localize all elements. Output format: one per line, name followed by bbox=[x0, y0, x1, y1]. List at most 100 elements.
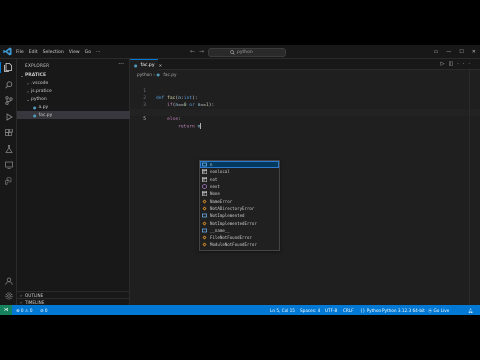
code-line: 4 else: bbox=[130, 102, 480, 122]
class-symbol-icon bbox=[202, 235, 207, 240]
suggestion-widget: n nonlocal not next None NameError NotADirecto… bbox=[199, 160, 280, 251]
breadcrumb-file[interactable]: fac.py bbox=[163, 73, 176, 78]
tree-item-label: a.py bbox=[38, 104, 49, 110]
source-control-icon[interactable] bbox=[3, 95, 14, 106]
maximize-button[interactable]: ☐ bbox=[459, 49, 463, 55]
code-editor[interactable]: 1 def fac(n:int): 2 if(n==0 or n==1): 3 … bbox=[130, 81, 480, 130]
minimize-button[interactable]: — bbox=[446, 49, 451, 55]
menu-file[interactable]: File bbox=[16, 50, 24, 55]
vscode-window: File Edit Selection View Go ··· ←→ pytho… bbox=[0, 45, 480, 315]
status-bar: ⋊ ⊗ 0 ⚠ 0 ⊘ 0 Ln 5, Col 15 Spaces: 4 UTF… bbox=[0, 305, 480, 315]
extensions-icon[interactable] bbox=[3, 127, 14, 138]
split-editor-icon[interactable]: ◫ bbox=[448, 61, 457, 67]
code-line-current: 5 return n bbox=[130, 109, 480, 130]
tab-fac-py[interactable]: ● fac.py ✕ bbox=[130, 59, 162, 70]
suggestion-item[interactable]: ModuleNotFoundError bbox=[200, 241, 279, 248]
layout-icon[interactable]: ▭ bbox=[434, 49, 439, 55]
indentation[interactable]: Spaces: 4 bbox=[300, 308, 320, 313]
tree-item-label: .vscode bbox=[31, 80, 49, 86]
function-symbol-icon bbox=[202, 184, 207, 190]
menu-selection[interactable]: Selection bbox=[43, 50, 64, 55]
window-controls: ▭ — ☐ ✕ bbox=[426, 45, 476, 59]
notifications-bell-icon[interactable]: 🔔︎ bbox=[468, 308, 473, 314]
text-cursor bbox=[200, 123, 201, 129]
python-file-icon: ● bbox=[33, 104, 37, 110]
search-activity-icon[interactable] bbox=[3, 79, 14, 90]
breadcrumb-folder[interactable]: python bbox=[137, 73, 152, 78]
settings-gear-icon[interactable] bbox=[3, 290, 14, 301]
python-interpreter[interactable]: Python 3.12.3 64-bit bbox=[382, 308, 425, 313]
suggestion-item[interactable]: NotImplemented bbox=[200, 212, 279, 219]
suggestion-item[interactable]: None bbox=[200, 190, 279, 197]
suggestion-item[interactable]: nonlocal bbox=[200, 168, 279, 175]
keyword-symbol-icon bbox=[202, 176, 207, 182]
close-tab-icon[interactable]: ✕ bbox=[159, 63, 163, 68]
breadcrumb: python › ● fac.py bbox=[137, 72, 177, 78]
suggestion-item[interactable]: NameError bbox=[200, 197, 279, 204]
suggestion-item[interactable]: not bbox=[200, 176, 279, 183]
tab-label: fac.py bbox=[140, 62, 155, 68]
suggestion-label: nonlocal bbox=[210, 169, 230, 175]
file-tree: ⌄ PRATICE › .vscode › js.pratice ⌄ pytho… bbox=[17, 71, 130, 119]
class-symbol-icon bbox=[202, 199, 207, 204]
encoding[interactable]: UTF-8 bbox=[325, 308, 337, 313]
remote-indicator-icon[interactable]: ⋊ bbox=[0, 305, 12, 315]
explorer-icon[interactable] bbox=[0, 62, 15, 73]
testing-icon[interactable] bbox=[3, 143, 14, 154]
menu-edit[interactable]: Edit bbox=[29, 50, 38, 55]
more-actions-icon[interactable]: ··· bbox=[118, 61, 124, 68]
workspace-root[interactable]: ⌄ PRATICE bbox=[17, 71, 130, 79]
tree-item-fac-py[interactable]: ● fac.py bbox=[17, 111, 130, 119]
suggestion-label: __name__ bbox=[210, 227, 230, 233]
suggestion-item[interactable]: NotImplementedError bbox=[200, 219, 279, 226]
forward-arrow-icon[interactable]: → bbox=[199, 48, 208, 55]
account-icon[interactable] bbox=[3, 275, 14, 286]
go-live-button[interactable]: ⦿ Go Live bbox=[428, 308, 449, 314]
workspace-root-label: PRATICE bbox=[25, 72, 47, 78]
run-debug-icon[interactable] bbox=[3, 111, 14, 122]
suggestion-item[interactable]: __name__ bbox=[200, 227, 279, 234]
menu-view[interactable]: View bbox=[69, 50, 80, 55]
code-line: 3 return 1 bbox=[130, 95, 480, 115]
suggestion-item[interactable]: FileNotFoundError bbox=[200, 234, 279, 241]
suggestion-item[interactable]: NotADirectoryError bbox=[200, 205, 279, 212]
menu-more[interactable]: ··· bbox=[96, 50, 100, 55]
menu-go[interactable]: Go bbox=[85, 50, 91, 55]
python-file-icon: ● bbox=[156, 72, 161, 77]
suggestion-item[interactable]: next bbox=[200, 183, 279, 190]
cursor-position[interactable]: Ln 5, Col 15 bbox=[270, 308, 295, 313]
suggestion-item[interactable]: n bbox=[200, 161, 279, 169]
command-center-search[interactable]: python bbox=[208, 47, 286, 57]
tree-item-python[interactable]: ⌄ python bbox=[17, 95, 130, 103]
keyword-symbol-icon bbox=[202, 169, 207, 175]
python-file-icon: ● bbox=[134, 62, 138, 68]
problems-indicator[interactable]: ⊗ 0 ⚠ 0 bbox=[16, 308, 33, 313]
vscode-logo-icon bbox=[3, 47, 12, 56]
variable-symbol-icon bbox=[202, 162, 207, 167]
back-arrow-icon[interactable]: ← bbox=[190, 48, 199, 55]
activity-bar bbox=[0, 59, 17, 305]
line-number: 5 bbox=[143, 117, 146, 122]
python-icon[interactable] bbox=[3, 175, 14, 186]
close-button[interactable]: ✕ bbox=[472, 49, 476, 55]
suggestion-label: FileNotFoundError bbox=[210, 235, 252, 241]
ports-indicator[interactable]: ⊘ 0 bbox=[40, 308, 48, 313]
suggestion-label: n bbox=[210, 162, 213, 168]
keyword-symbol-icon bbox=[202, 191, 207, 197]
search-icon bbox=[230, 50, 235, 55]
title-bar: File Edit Selection View Go ··· ←→ pytho… bbox=[0, 45, 480, 59]
search-text: python bbox=[237, 49, 253, 55]
suggestion-label: NotADirectoryError bbox=[210, 205, 255, 211]
tree-item-vscode[interactable]: › .vscode bbox=[17, 79, 130, 87]
minimap[interactable] bbox=[469, 70, 480, 305]
language-mode[interactable]: {} Python bbox=[360, 308, 381, 313]
tree-item-label: python bbox=[31, 96, 47, 102]
tree-item-js-pratice[interactable]: › js.pratice bbox=[17, 87, 130, 95]
more-icon[interactable]: ··· bbox=[457, 61, 474, 67]
remote-explorer-icon[interactable] bbox=[3, 159, 14, 170]
end-of-line[interactable]: CRLF bbox=[343, 308, 354, 313]
class-symbol-icon bbox=[202, 221, 207, 226]
tree-item-a-py[interactable]: ● a.py bbox=[17, 103, 130, 111]
menu-bar: File Edit Selection View Go ··· bbox=[16, 45, 105, 59]
suggestion-label: ModuleNotFoundError bbox=[210, 242, 257, 248]
